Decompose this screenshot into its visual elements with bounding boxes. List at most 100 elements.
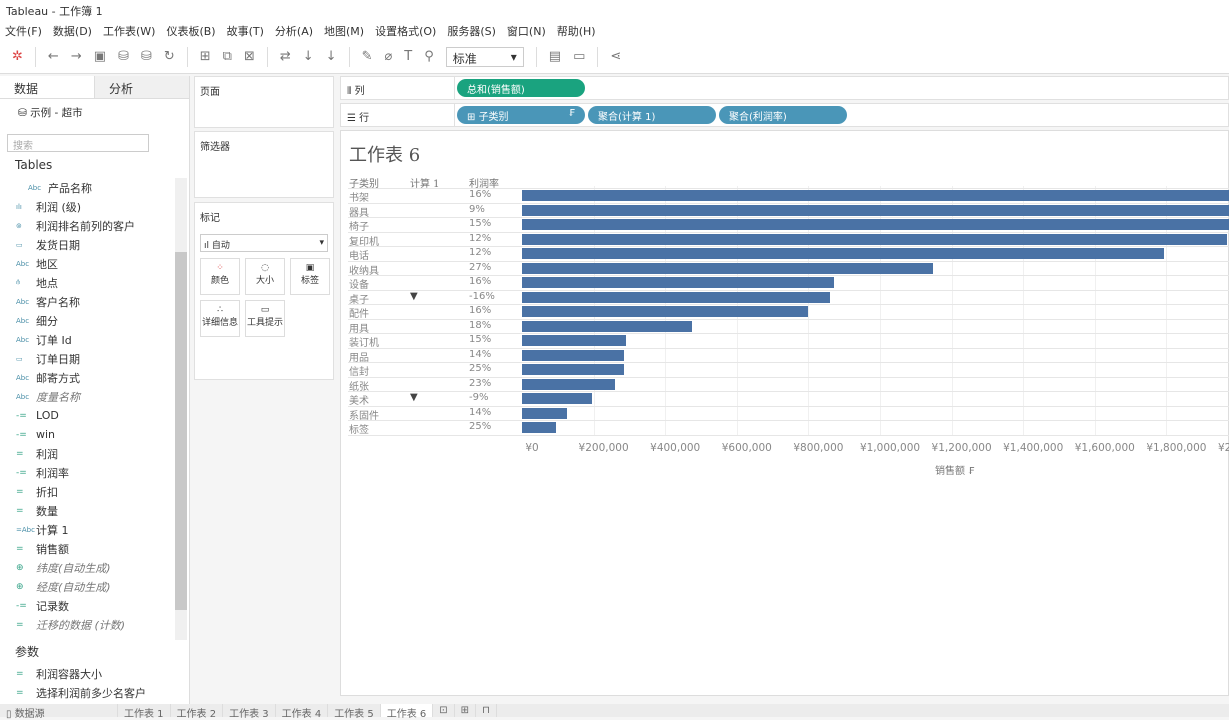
field-item[interactable]: Abc 产品名称 bbox=[0, 178, 175, 197]
new-story-icon[interactable]: ⊓ bbox=[476, 704, 497, 717]
sheet-tab[interactable]: 工作表 4 bbox=[276, 704, 329, 720]
detail-button[interactable]: ∴ 详细信息 bbox=[200, 300, 240, 337]
refresh-icon[interactable]: ↻ bbox=[164, 49, 175, 64]
field-item[interactable]: = 数量 bbox=[0, 501, 175, 520]
sheet-tab[interactable]: 工作表 6 bbox=[380, 704, 434, 720]
field-item[interactable]: Abc 度量名称 bbox=[0, 387, 175, 406]
pause-icon[interactable]: ⛁ bbox=[141, 49, 152, 64]
param-item[interactable]: = 利润容器大小 bbox=[0, 664, 175, 683]
sort-desc-icon[interactable]: ↓ bbox=[326, 49, 337, 64]
datasource-tab[interactable]: ▯ 数据源 bbox=[0, 704, 118, 720]
menu-item[interactable]: 窗口(N) bbox=[507, 23, 546, 40]
sheet-tab[interactable]: 工作表 5 bbox=[328, 704, 381, 720]
tab-analysis[interactable]: 分析 bbox=[94, 76, 189, 98]
clear-sheet-icon[interactable]: ⊠ bbox=[244, 49, 255, 64]
menu-item[interactable]: 故事(T) bbox=[227, 23, 264, 40]
bar[interactable] bbox=[522, 204, 1229, 216]
field-item[interactable]: = 折扣 bbox=[0, 482, 175, 501]
bar[interactable] bbox=[522, 190, 1229, 201]
field-item[interactable]: =Abc 计算 1 bbox=[0, 520, 175, 539]
bar[interactable] bbox=[522, 335, 626, 346]
pill-sum-sales[interactable]: 总和(销售额) bbox=[457, 79, 585, 97]
swap-icon[interactable]: ⇄ bbox=[280, 49, 291, 64]
tooltip-button[interactable]: ▭ 工具提示 bbox=[245, 300, 285, 337]
bar[interactable] bbox=[522, 291, 830, 303]
pill-subcategory[interactable]: ⊞ 子类别 ₣ bbox=[457, 106, 585, 124]
pin-icon[interactable]: ⚲ bbox=[424, 49, 434, 64]
sheet-tab[interactable]: 工作表 2 bbox=[171, 704, 224, 720]
datasource-item[interactable]: ⛁ 示例 - 超市 bbox=[0, 99, 189, 126]
menu-item[interactable]: 地图(M) bbox=[324, 23, 364, 40]
scrollbar-thumb[interactable] bbox=[175, 252, 187, 610]
new-dashboard-icon[interactable]: ⊞ bbox=[455, 704, 477, 717]
bar[interactable] bbox=[522, 378, 616, 390]
x-axis-title[interactable]: 销售额 ₣ bbox=[935, 462, 975, 477]
pill-agg-calc1[interactable]: 聚合(计算 1) bbox=[588, 106, 716, 124]
menu-item[interactable]: 帮助(H) bbox=[557, 23, 596, 40]
new-sheet-icon[interactable]: ⊞ bbox=[200, 49, 211, 64]
menu-item[interactable]: 文件(F) bbox=[5, 23, 42, 40]
size-button[interactable]: ◌ 大小 bbox=[245, 258, 285, 295]
field-item[interactable]: = 销售额 bbox=[0, 539, 175, 558]
bar[interactable] bbox=[522, 422, 556, 433]
bar[interactable] bbox=[522, 364, 624, 375]
tableau-logo-icon[interactable]: ✲ bbox=[12, 49, 23, 64]
field-item[interactable]: Abc 细分 bbox=[0, 311, 175, 330]
share-icon[interactable]: ⋖ bbox=[610, 49, 621, 64]
field-item[interactable]: ⊚ 利润排名前列的客户 bbox=[0, 216, 175, 235]
duplicate-icon[interactable]: ⧉ bbox=[223, 49, 232, 64]
sort-asc-icon[interactable]: ↓ bbox=[303, 49, 314, 64]
field-item[interactable]: -= LOD bbox=[0, 406, 175, 425]
bar[interactable] bbox=[522, 277, 835, 288]
field-item[interactable]: Abc 订单 Id bbox=[0, 330, 175, 349]
label-button[interactable]: ▣ 标签 bbox=[290, 258, 330, 295]
bar[interactable] bbox=[522, 393, 592, 404]
field-item[interactable]: Abc 地区 bbox=[0, 254, 175, 273]
menu-item[interactable]: 仪表板(B) bbox=[166, 23, 215, 40]
show-cards-icon[interactable]: ▤ bbox=[549, 49, 561, 64]
field-item[interactable]: ⊕ 经度(自动生成) bbox=[0, 577, 175, 596]
bar[interactable] bbox=[522, 233, 1227, 245]
menu-item[interactable]: 工作表(W) bbox=[103, 23, 155, 40]
mark-type-dropdown[interactable]: ıl 自动 ▾ bbox=[200, 234, 328, 252]
pill-agg-profit-rate[interactable]: 聚合(利润率) bbox=[719, 106, 847, 124]
fit-dropdown[interactable]: 标准 ▾ bbox=[445, 46, 524, 67]
new-worksheet-icon[interactable]: ⊡ bbox=[433, 704, 455, 717]
field-item[interactable]: -= 利润率 bbox=[0, 463, 175, 482]
field-item[interactable]: = 迁移的数据 (计数) bbox=[0, 615, 175, 634]
bar[interactable] bbox=[522, 262, 933, 274]
new-datasource-icon[interactable]: ⛁ bbox=[118, 49, 129, 64]
menu-item[interactable]: 分析(A) bbox=[275, 23, 313, 40]
presentation-icon[interactable]: ▭ bbox=[573, 49, 585, 64]
field-item[interactable]: -= 记录数 bbox=[0, 596, 175, 615]
field-item[interactable]: ⫛ 地点 bbox=[0, 273, 175, 292]
bar[interactable] bbox=[522, 407, 568, 419]
label-icon[interactable]: T bbox=[404, 49, 412, 64]
menu-item[interactable]: 服务器(S) bbox=[447, 23, 496, 40]
redo-icon[interactable]: → bbox=[71, 49, 82, 64]
search-input[interactable]: 搜索 bbox=[7, 134, 149, 152]
tab-data[interactable]: 数据 bbox=[0, 76, 94, 98]
undo-icon[interactable]: ← bbox=[48, 49, 59, 64]
field-item[interactable]: = 利润 bbox=[0, 444, 175, 463]
field-item[interactable]: ⊕ 纬度(自动生成) bbox=[0, 558, 175, 577]
field-item[interactable]: Abc 客户名称 bbox=[0, 292, 175, 311]
sheet-tab[interactable]: 工作表 3 bbox=[223, 704, 276, 720]
field-item[interactable]: ılı 利润 (级) bbox=[0, 197, 175, 216]
param-item[interactable]: = 选择利润前多少名客户 bbox=[0, 683, 175, 702]
group-icon[interactable]: ⌀ bbox=[384, 49, 392, 64]
color-button[interactable]: ⁘ 颜色 bbox=[200, 258, 240, 295]
bar[interactable] bbox=[522, 349, 625, 361]
sheet-tab[interactable]: 工作表 1 bbox=[118, 704, 171, 720]
menu-item[interactable]: 设置格式(O) bbox=[375, 23, 436, 40]
bar[interactable] bbox=[522, 306, 809, 317]
bar[interactable] bbox=[522, 219, 1229, 230]
bar[interactable] bbox=[522, 320, 692, 332]
highlight-icon[interactable]: ✎ bbox=[362, 49, 373, 64]
menu-item[interactable]: 数据(D) bbox=[53, 23, 92, 40]
bar[interactable] bbox=[522, 248, 1164, 259]
field-item[interactable]: -= win bbox=[0, 425, 175, 444]
field-item[interactable]: ▭ 发货日期 bbox=[0, 235, 175, 254]
field-item[interactable]: Abc 邮寄方式 bbox=[0, 368, 175, 387]
save-icon[interactable]: ▣ bbox=[94, 49, 106, 64]
